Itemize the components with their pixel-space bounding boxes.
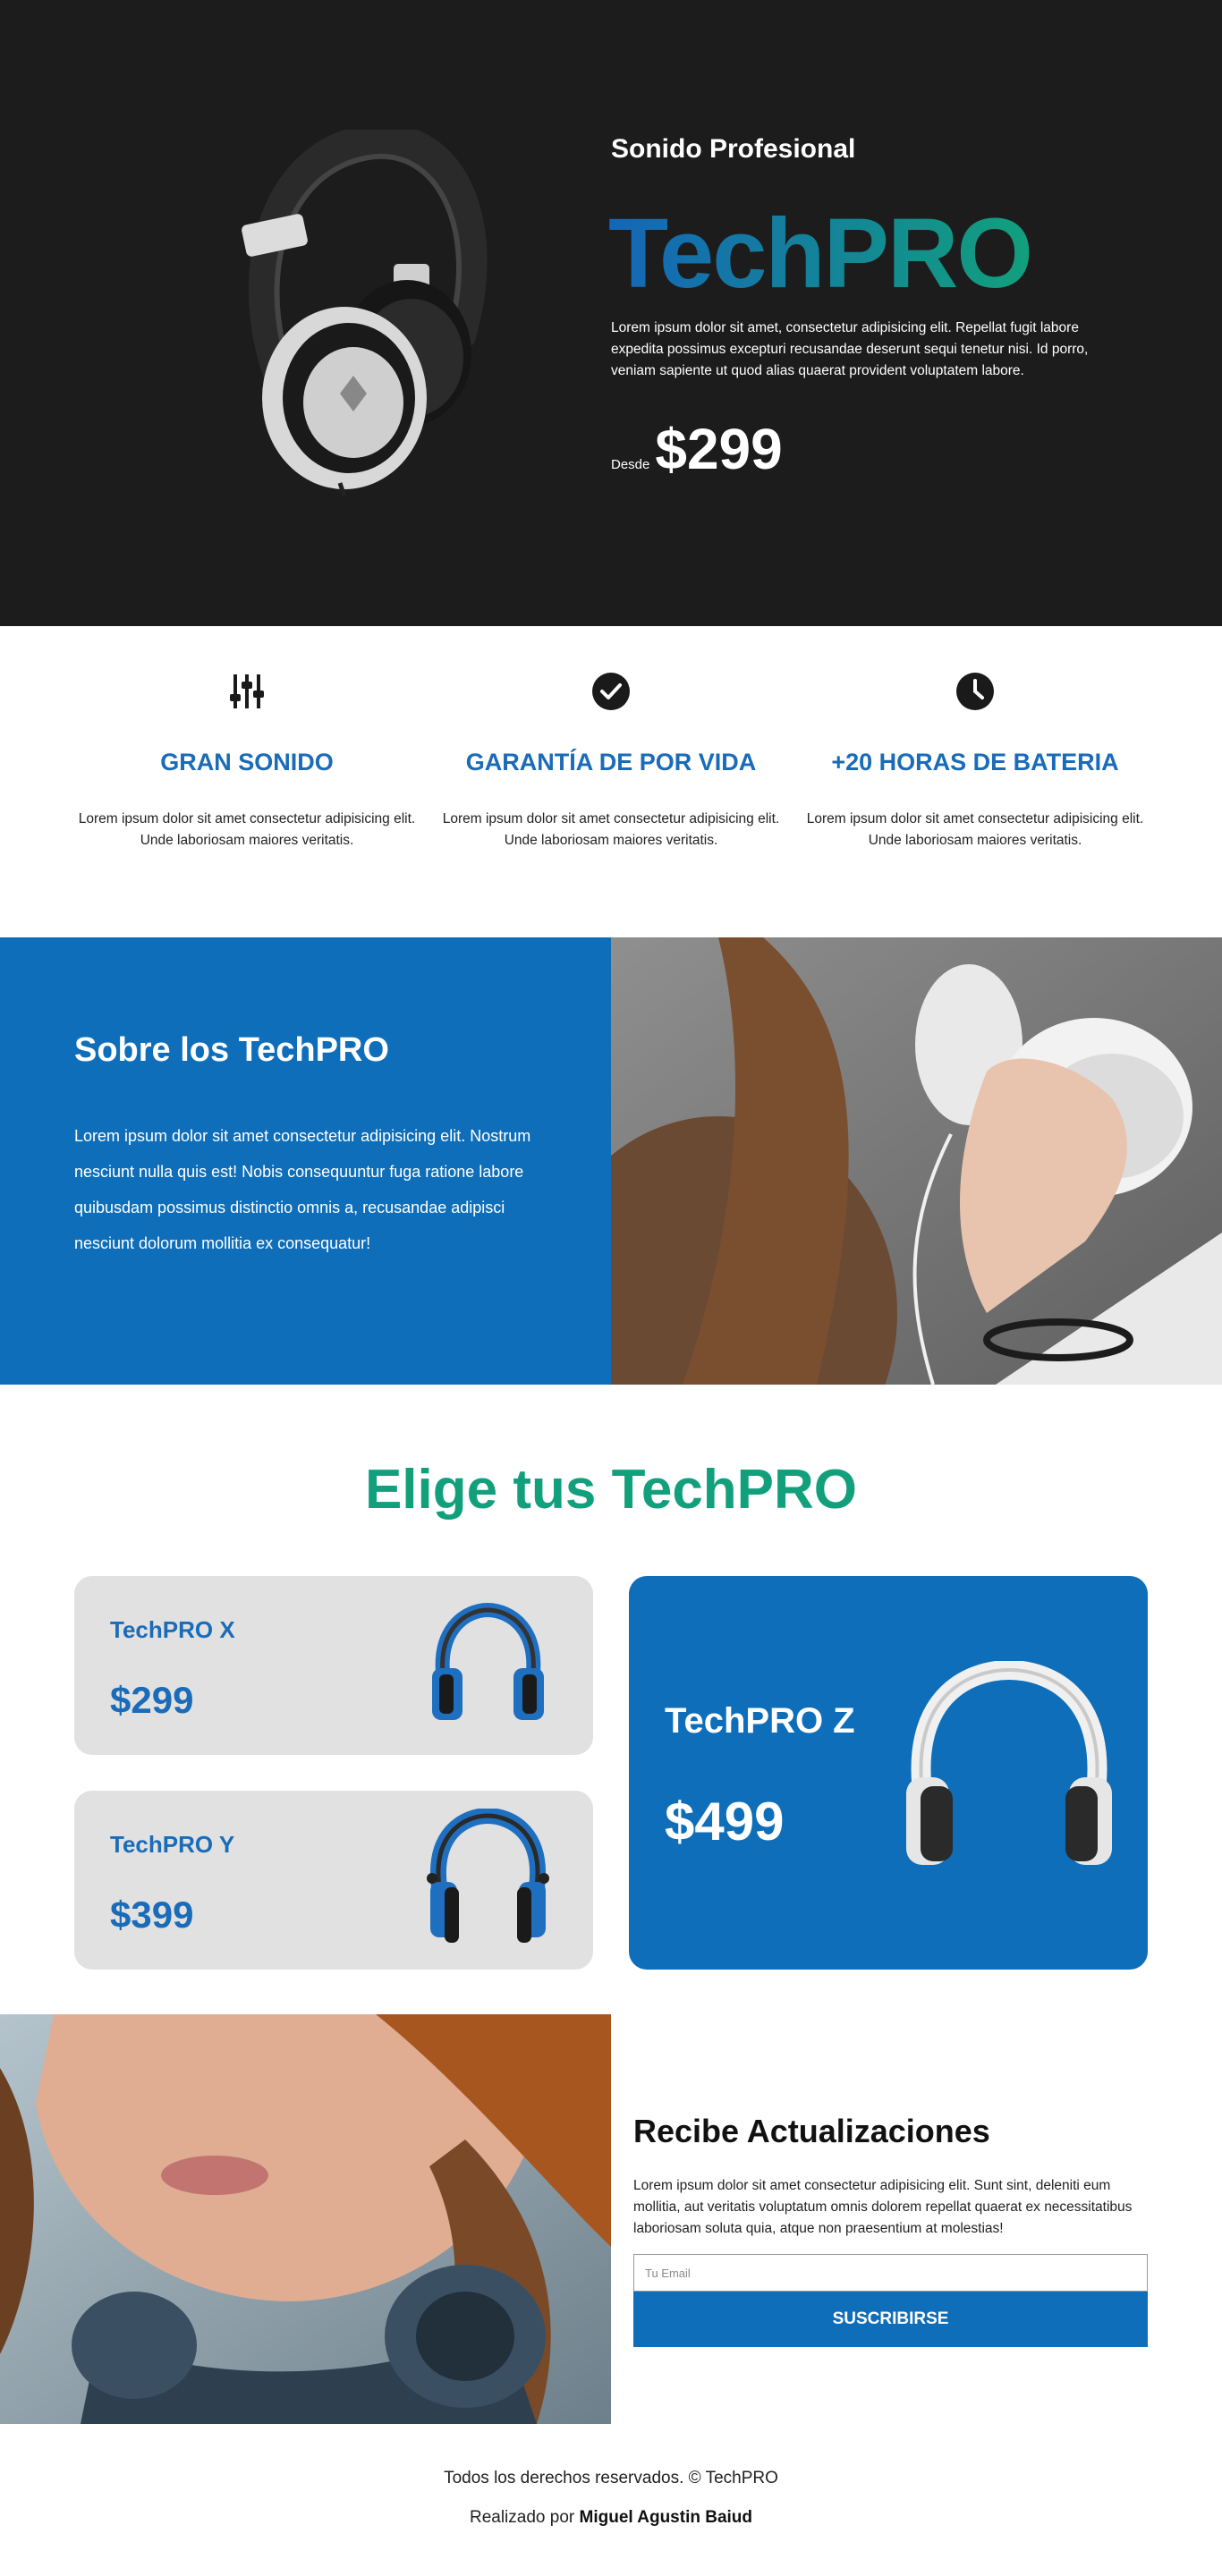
- hero-description: Lorem ipsum dolor sit amet, consectetur …: [611, 320, 1089, 378]
- newsletter-photo: [0, 2014, 611, 2424]
- about-text-panel: Sobre los TechPRO Lorem ipsum dolor sit …: [0, 937, 611, 1385]
- feature-sound: GRAN SONIDO Lorem ipsum dolor sit amet c…: [77, 671, 417, 852]
- feature-warranty: GARANTÍA DE POR VIDA Lorem ipsum dolor s…: [441, 671, 781, 852]
- price-amount: $299: [655, 417, 783, 481]
- hero-price: Desde $299: [611, 416, 783, 482]
- feature-text: Lorem ipsum dolor sit amet consectetur a…: [78, 811, 416, 848]
- about-text: Lorem ipsum dolor sit amet consectetur a…: [74, 1127, 531, 1252]
- about-section: Sobre los TechPRO Lorem ipsum dolor sit …: [0, 937, 1222, 1385]
- newsletter-section: Recibe Actualizaciones Lorem ipsum dolor…: [0, 2014, 1222, 2424]
- about-title: Sobre los TechPRO: [74, 1031, 389, 1069]
- newsletter-title: Recibe Actualizaciones: [633, 2113, 990, 2149]
- newsletter-content: Recibe Actualizaciones Lorem ipsum dolor…: [633, 2113, 1148, 2347]
- email-input[interactable]: [633, 2254, 1148, 2292]
- price-prefix: Desde: [611, 457, 650, 472]
- product-card-y[interactable]: TechPRO Y $399: [74, 1791, 593, 1970]
- feature-text: Lorem ipsum dolor sit amet consectetur a…: [806, 811, 1144, 848]
- features-section: GRAN SONIDO Lorem ipsum dolor sit amet c…: [0, 626, 1222, 937]
- headphones-blue-image: [432, 1602, 544, 1720]
- hero-brand-title: TechPRO: [608, 199, 1033, 309]
- products-title: Elige tus TechPRO: [364, 1459, 858, 1521]
- subscribe-button[interactable]: SUSCRIBIRSE: [633, 2292, 1148, 2347]
- feature-title: GRAN SONIDO: [160, 749, 334, 775]
- hero-headphones-image: [242, 130, 488, 496]
- headphones-blue-dark-image: [427, 1809, 549, 1943]
- product-name: TechPRO Z: [665, 1701, 855, 1741]
- feature-text: Lorem ipsum dolor sit amet consectetur a…: [442, 811, 780, 848]
- footer-credit: Realizado por Miguel Agustin Baiud: [0, 2508, 1222, 2528]
- footer-rights: Todos los derechos reservados. © TechPRO: [444, 2469, 778, 2487]
- newsletter-text: Lorem ipsum dolor sit amet consectetur a…: [633, 2178, 1133, 2236]
- sliders-icon: [230, 674, 264, 708]
- footer: Todos los derechos reservados. © TechPRO…: [0, 2469, 1222, 2528]
- product-name: TechPRO Y: [110, 1831, 235, 1858]
- feature-title: GARANTÍA DE POR VIDA: [465, 749, 757, 775]
- clock-icon: [956, 673, 994, 710]
- product-card-x[interactable]: TechPRO X $299: [74, 1576, 593, 1755]
- product-price: $299: [110, 1679, 194, 1721]
- headphones-white-image: [906, 1661, 1112, 1865]
- about-photo: [611, 937, 1222, 1385]
- product-name: TechPRO X: [110, 1616, 235, 1643]
- hero-section: Sonido Profesional TechPRO Lorem ipsum d…: [0, 0, 1222, 626]
- product-price: $399: [110, 1894, 194, 1936]
- footer-author: Miguel Agustin Baiud: [579, 2508, 753, 2527]
- product-card-z[interactable]: TechPRO Z $499: [629, 1576, 1148, 1970]
- feature-title: +20 HORAS DE BATERIA: [831, 749, 1119, 775]
- badge-check-icon: [592, 673, 630, 710]
- feature-battery: +20 HORAS DE BATERIA Lorem ipsum dolor s…: [805, 671, 1145, 852]
- product-price: $499: [665, 1792, 785, 1852]
- hero-subtitle: Sonido Profesional: [611, 134, 856, 164]
- footer-credit-prefix: Realizado por: [469, 2508, 575, 2527]
